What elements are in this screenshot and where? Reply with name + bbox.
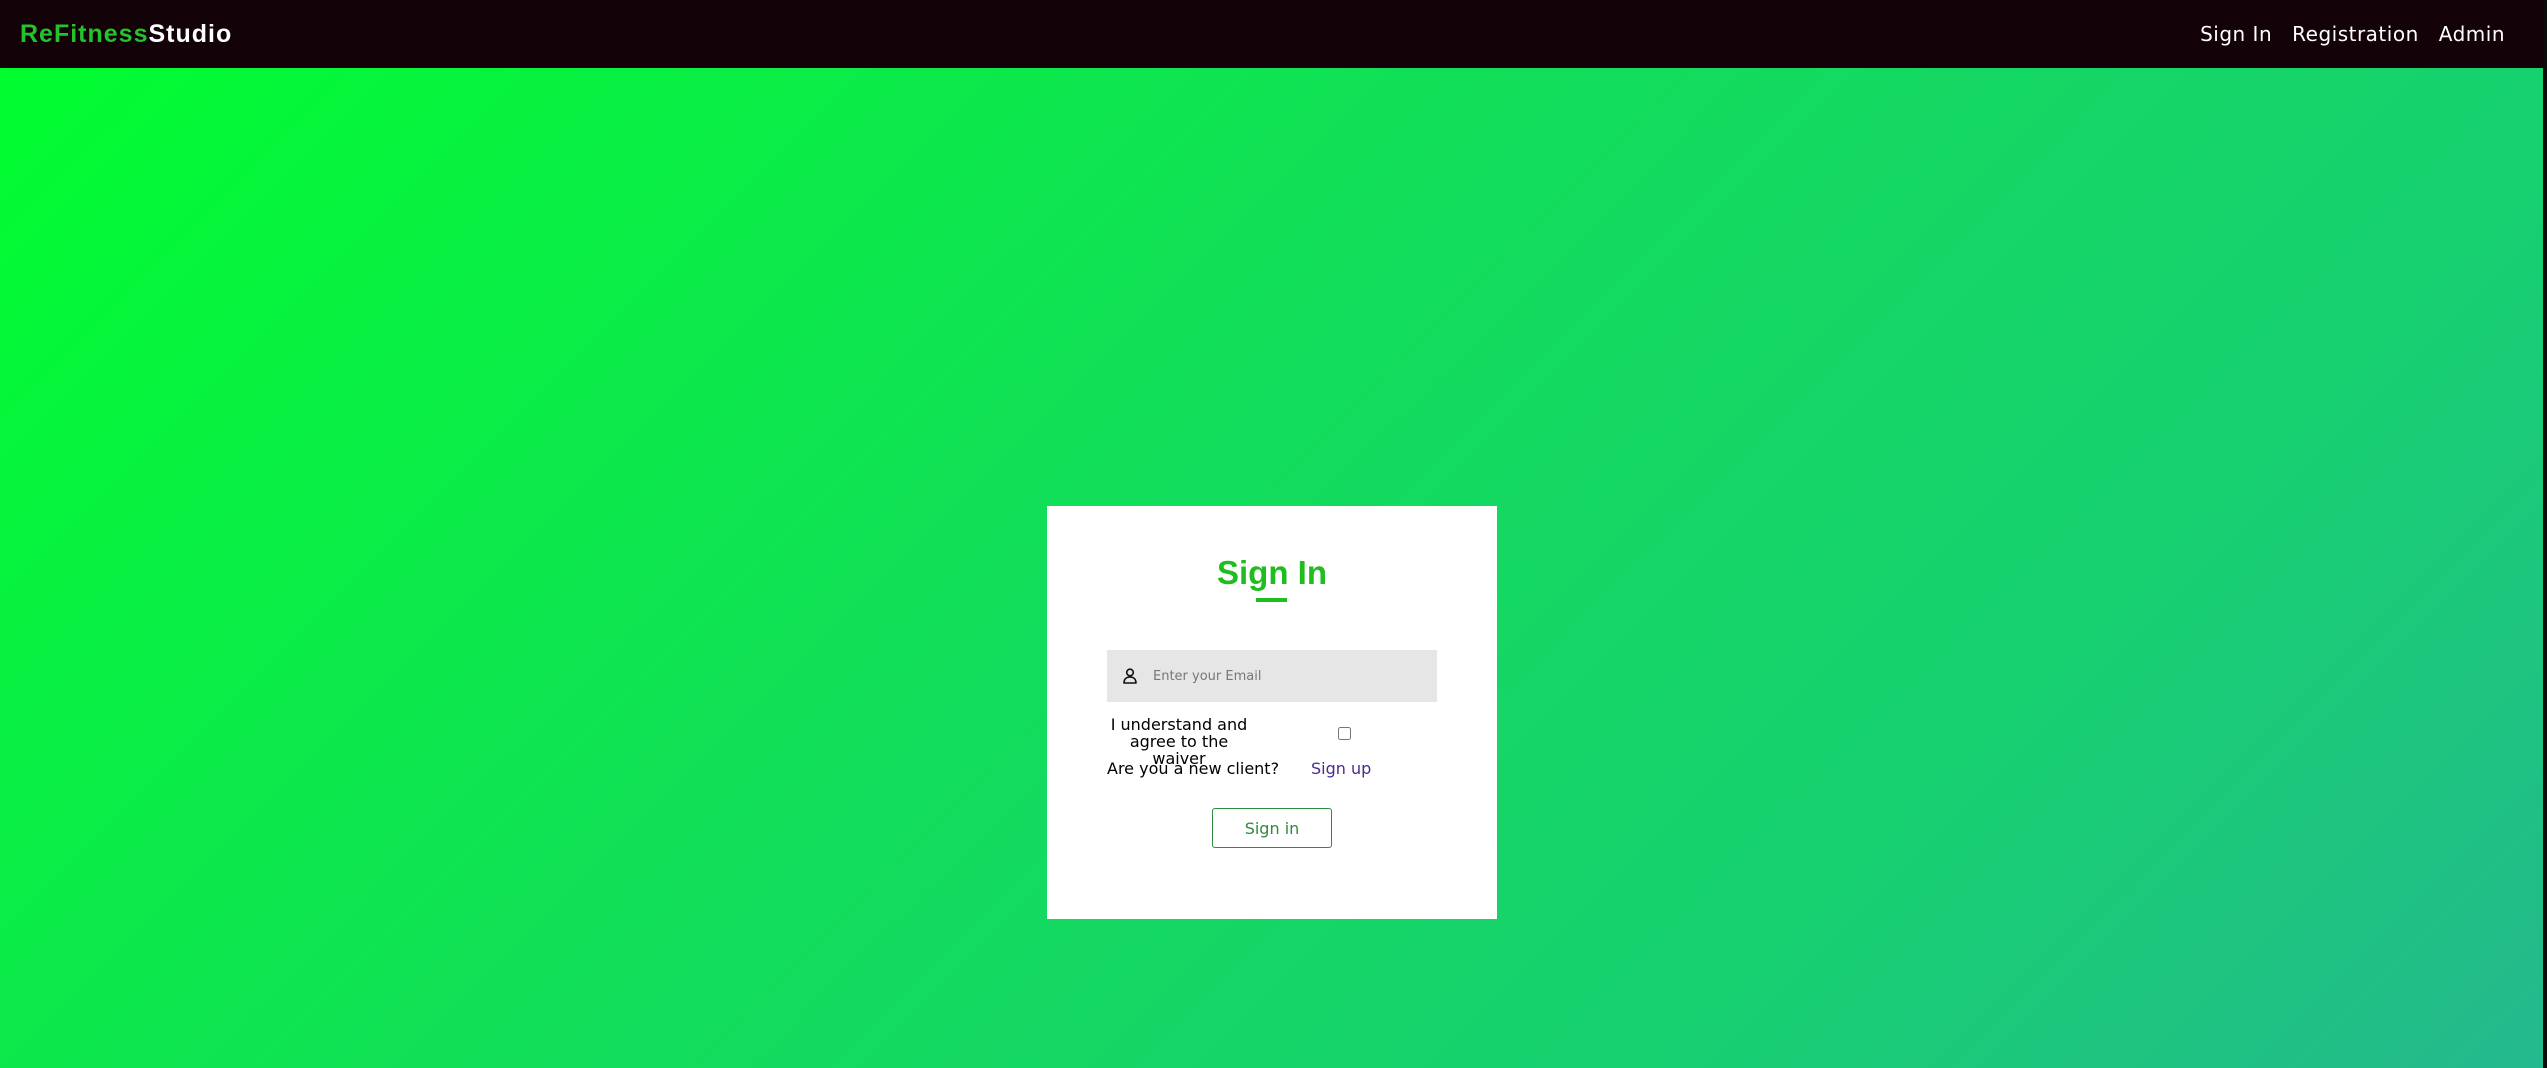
nav-link-admin[interactable]: Admin	[2439, 22, 2505, 46]
sign-in-button[interactable]: Sign in	[1212, 808, 1332, 848]
nav-link-sign-in[interactable]: Sign In	[2200, 22, 2272, 46]
waiver-checkbox[interactable]	[1338, 727, 1351, 740]
page-background: ReFitnessStudio Sign In Registration Adm…	[0, 0, 2547, 1068]
nav-links: Sign In Registration Admin	[2180, 0, 2505, 68]
nav-link-registration[interactable]: Registration	[2292, 22, 2419, 46]
brand-logo[interactable]: ReFitnessStudio	[20, 0, 232, 68]
top-navbar: ReFitnessStudio Sign In Registration Adm…	[0, 0, 2543, 68]
brand-logo-part1: ReFitness	[20, 20, 149, 48]
sign-up-link[interactable]: Sign up	[1311, 759, 1371, 778]
brand-logo-part2: Studio	[148, 20, 233, 48]
window-edge-strip	[2543, 0, 2547, 1068]
email-input[interactable]	[1151, 667, 1425, 685]
sign-in-title: Sign In	[1217, 554, 1327, 591]
new-client-text: Are you a new client?	[1107, 759, 1280, 778]
user-icon	[1122, 667, 1138, 685]
title-underline	[1256, 598, 1287, 602]
sign-in-card: Sign In I understand and agree to the wa…	[1047, 506, 1497, 919]
email-field-container[interactable]	[1107, 650, 1437, 702]
